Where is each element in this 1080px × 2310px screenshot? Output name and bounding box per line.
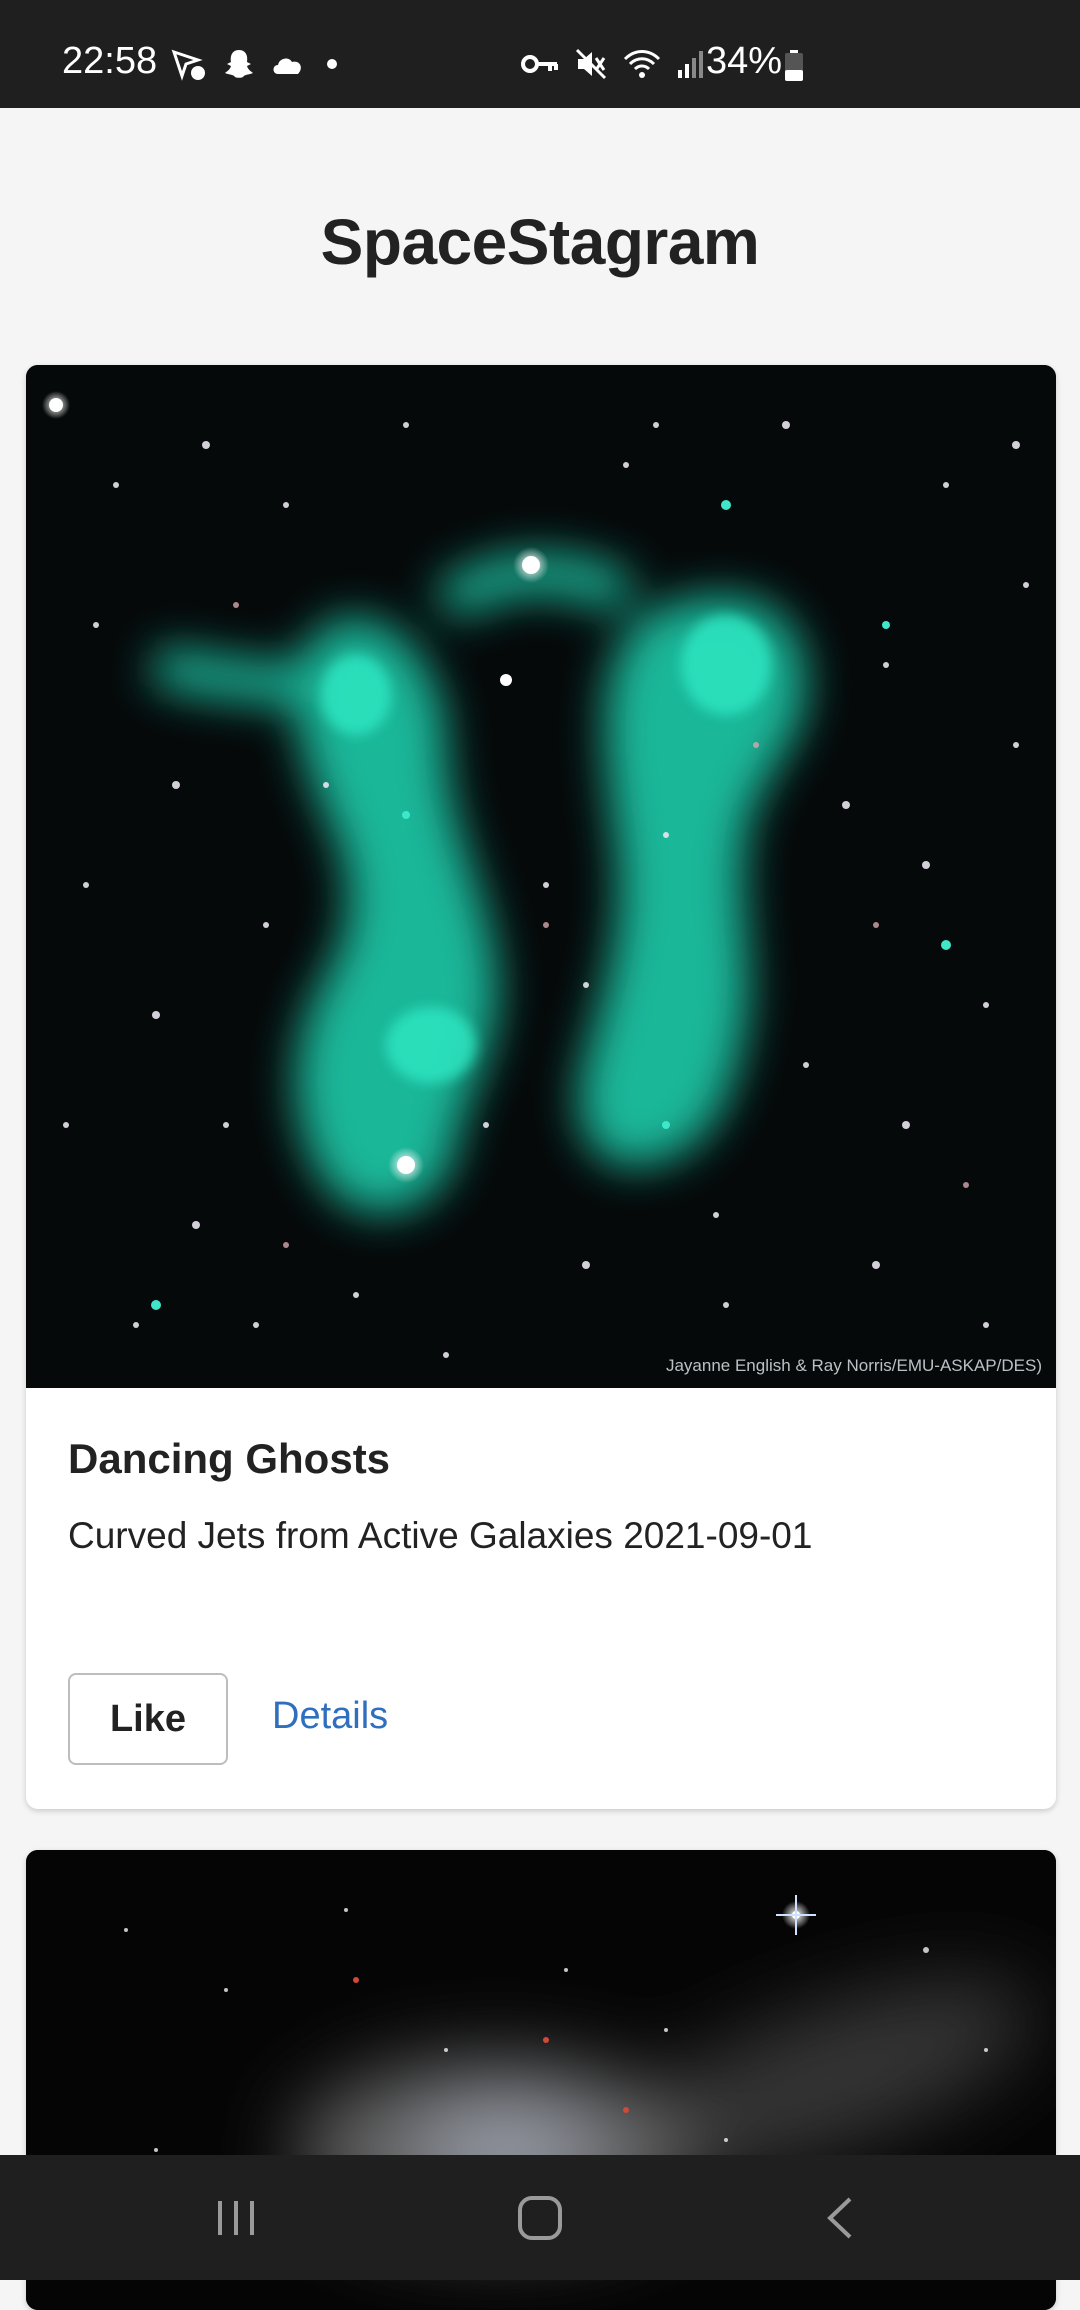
cloud-icon xyxy=(270,50,306,78)
post-card: Jayanne English & Ray Norris/EMU-ASKAP/D… xyxy=(26,365,1056,1809)
battery-percent: 34% xyxy=(706,40,783,82)
recents-icon[interactable] xyxy=(206,2193,266,2243)
navigation-bar xyxy=(0,2155,1080,2280)
post-title: Dancing Ghosts xyxy=(68,1435,391,1482)
status-time: 22:58 xyxy=(62,40,158,82)
post-subtitle: Curved Jets from Active Galaxies 2021-09… xyxy=(68,1515,813,1556)
mute-icon xyxy=(574,47,608,81)
battery-icon xyxy=(784,50,804,82)
home-icon[interactable] xyxy=(510,2193,570,2243)
pin-check-icon xyxy=(170,46,208,82)
signal-icon xyxy=(676,48,706,80)
galaxy-image xyxy=(26,365,1056,1388)
details-link[interactable]: Details xyxy=(272,1695,388,1738)
back-icon[interactable] xyxy=(812,2193,872,2243)
snapchat-icon xyxy=(222,47,256,81)
image-credit: Jayanne English & Ray Norris/EMU-ASKAP/D… xyxy=(665,1356,1042,1375)
notification-icons xyxy=(170,46,344,82)
like-button[interactable]: Like xyxy=(68,1673,228,1765)
status-bar: 22:58 34% xyxy=(0,0,1080,108)
post-image[interactable]: Jayanne English & Ray Norris/EMU-ASKAP/D… xyxy=(26,365,1056,1388)
wifi-icon xyxy=(622,47,662,81)
page-title: SpaceStagram xyxy=(320,206,760,278)
system-icons xyxy=(520,46,706,82)
dot-icon xyxy=(320,52,344,76)
vpn-key-icon xyxy=(520,50,560,78)
